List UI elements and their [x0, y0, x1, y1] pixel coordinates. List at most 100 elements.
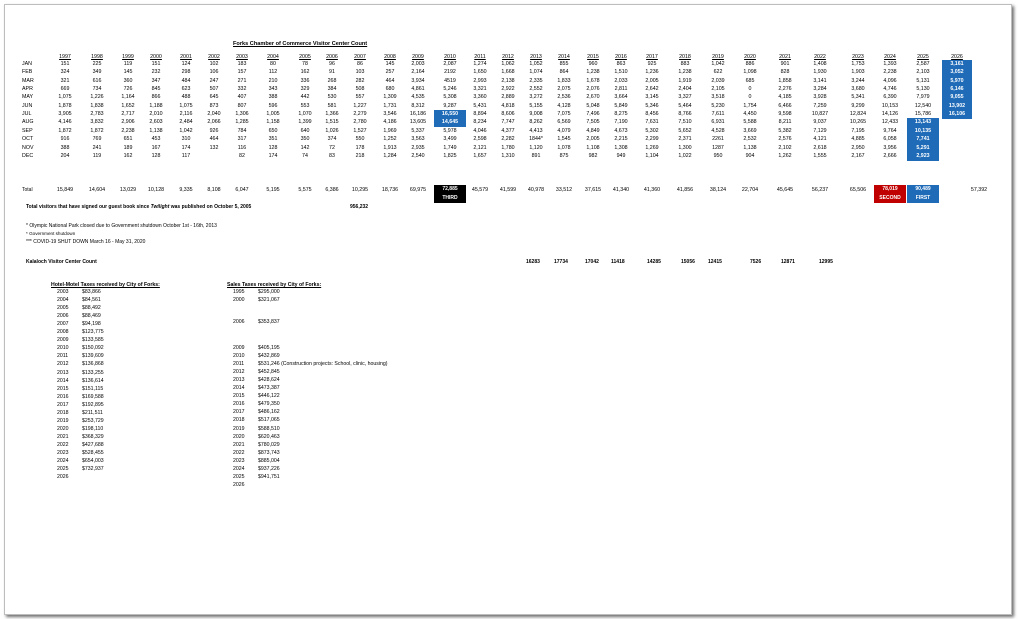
kalaloch-value-2: 17042 [585, 259, 599, 265]
total-1998: 14,604 [88, 187, 106, 193]
cell-may-2002: 645 [209, 94, 219, 101]
hotel-tax-amount: $427,688 [82, 441, 104, 448]
hotel-tax-amount: $136,614 [82, 377, 104, 384]
cell-nov-1999: 189 [123, 144, 133, 151]
cell-sep-2012: 4,377 [501, 127, 515, 134]
cell-dec-2015: 982 [588, 152, 598, 159]
cell-nov-2020: 1,138 [743, 144, 757, 151]
cell-nov-2021: 2,102 [778, 144, 792, 151]
cell-nov-2002: 132 [209, 144, 219, 151]
cell-feb-2003: 157 [237, 69, 247, 76]
cell-feb-1997: 324 [60, 69, 70, 76]
cell-sep-2000: 1,138 [149, 127, 163, 134]
cell-mar-2011: 2,993 [473, 77, 487, 84]
month-label-mar: MAR [22, 77, 34, 84]
cell-apr-2009: 4,861 [411, 86, 425, 93]
month-label-sep: SEP [22, 127, 33, 134]
cell-nov-2015: 1,108 [586, 144, 600, 151]
cell-jun-2024: 10,153 [881, 102, 899, 109]
cell-apr-2005: 329 [300, 86, 310, 93]
sales-tax-amount: $295,000 [258, 289, 280, 295]
sales-tax-year: 2018 [233, 417, 245, 424]
sales-tax-amount: $941,751 [258, 473, 280, 480]
kalaloch-label: Kalaloch Visitor Center Count [26, 259, 97, 265]
month-label-apr: APR [22, 86, 33, 93]
cell-nov-1997: 388 [60, 144, 70, 151]
sales-tax-amount: $321,067 [258, 297, 280, 304]
cell-aug-2013: 8,262 [529, 119, 543, 126]
cell-feb-2013: 1,074 [529, 69, 543, 76]
sales-tax-year: 2000 [233, 297, 245, 304]
cell-aug-2017: 7,631 [645, 119, 659, 126]
cell-jan-2000: 151 [151, 61, 161, 67]
cell-feb-1998: 349 [92, 69, 102, 76]
cell-aug-2007: 2,780 [353, 119, 367, 126]
cell-mar-1997: 321 [60, 77, 70, 84]
guestbook-label-em: Twilight [150, 204, 170, 210]
cell-may-2016: 3,664 [614, 94, 628, 101]
sales-tax-year: 2011 [233, 361, 245, 368]
cell-dec-2022: 1,555 [813, 152, 827, 159]
year-header-1999: 1999 [122, 54, 134, 60]
cell-sep-2015: 4,849 [586, 127, 600, 134]
sales-tax-amount: $432,869 [258, 353, 280, 360]
cell-jul-2024: 14,126 [881, 111, 899, 118]
cell-sep-2014: 4,079 [557, 127, 571, 134]
sales-tax-title: Sales Taxes received by City of Forks: [227, 282, 322, 288]
total-1999: 13,029 [119, 187, 137, 193]
hotel-tax-amount: $654,003 [82, 458, 104, 465]
cell-jun-2015: 5,048 [586, 102, 600, 109]
cell-sep-2024: 9,764 [883, 127, 897, 134]
total-2019: 38,124 [709, 187, 727, 193]
cell-may-2018: 3,327 [678, 94, 692, 101]
cell-jan-2025: 2,587 [916, 61, 930, 67]
cell-nov-2010: 1,749 [443, 144, 457, 151]
cell-feb-2021: 828 [780, 69, 790, 76]
cell-dec-2007: 218 [355, 152, 365, 159]
cell-sep-2017: 5,302 [645, 127, 659, 134]
cell-feb-2008: 257 [385, 69, 395, 76]
cell-feb-2000: 232 [151, 69, 161, 76]
cell-feb-2019: 622 [713, 69, 723, 76]
cell-aug-2016: 7,190 [614, 119, 628, 126]
cell-mar-2014: 1,833 [557, 77, 571, 84]
cell-jun-2018: 5,464 [678, 102, 692, 109]
guestbook-label-pre: Total visitors that have signed our gues… [26, 204, 151, 210]
cell-jun-2004: 596 [268, 102, 278, 109]
guestbook-label-post: was published on October 5, 2005 [169, 204, 252, 210]
cell-sep-2016: 4,673 [614, 127, 628, 134]
year-header-2017: 2017 [646, 54, 658, 60]
cell-aug-2009: 13,605 [409, 119, 427, 126]
cell-jan-2005: 78 [302, 61, 308, 67]
cell-oct-2004: 351 [268, 136, 278, 143]
total-2010: 72,885 [442, 186, 458, 192]
sales-tax-amount: $479,350 [258, 401, 280, 408]
cell-jul-2009: 16,186 [409, 111, 427, 118]
year-header-2024: 2024 [884, 54, 896, 60]
sales-tax-year: 2017 [233, 409, 245, 416]
cell-may-1998: 1,226 [90, 94, 104, 101]
cell-jun-2002: 873 [209, 102, 219, 109]
hotel-tax-amount: $151,115 [82, 385, 104, 392]
cell-dec-1998: 119 [92, 152, 102, 159]
cell-apr-1999: 726 [123, 86, 133, 93]
cell-feb-2006: 91 [329, 69, 335, 76]
cell-jan-2002: 102 [209, 61, 219, 67]
hotel-tax-amount: $198,110 [82, 425, 104, 432]
kalaloch-value-0: 16283 [526, 259, 540, 265]
cell-sep-2001: 1,042 [179, 127, 193, 134]
cell-jun-1999: 1,652 [121, 102, 135, 109]
cell-mar-2016: 2,033 [614, 77, 628, 84]
cell-aug-2010: 14,645 [434, 118, 466, 128]
cell-oct-2018: 2,371 [678, 136, 692, 143]
cell-dec-2004: 174 [268, 152, 278, 159]
cell-may-2001: 488 [181, 94, 191, 101]
hotel-tax-amount: $133,585 [82, 337, 104, 344]
cell-mar-2006: 268 [327, 77, 337, 84]
cell-jul-2000: 2,010 [149, 111, 163, 118]
cell-jul-2025: 15,786 [914, 111, 932, 118]
cell-jan-2024: 1,393 [883, 61, 897, 67]
sales-tax-amount: $473,387 [258, 385, 280, 392]
cell-jun-2020: 1,754 [743, 102, 757, 109]
cell-jan-2019: 1,042 [711, 61, 725, 67]
